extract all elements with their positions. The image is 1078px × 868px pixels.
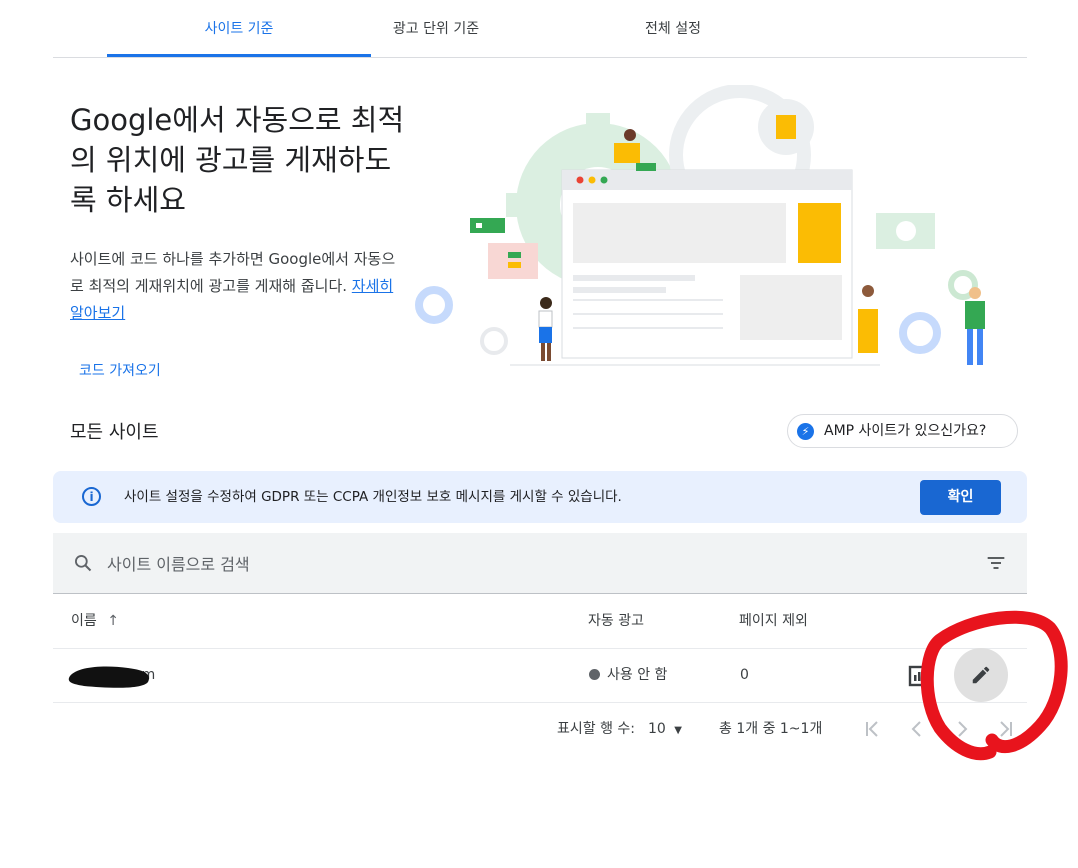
- search-icon: [75, 555, 92, 572]
- hero-description: 사이트에 코드 하나를 추가하면 Google에서 자동으로 최적의 게재위치에…: [70, 246, 405, 327]
- auto-ads-status: 사용 안 함: [589, 649, 667, 702]
- amp-sites-label: AMP 사이트가 있으신가요?: [824, 423, 987, 439]
- column-header-auto-ads: 자동 광고: [588, 613, 644, 629]
- excluded-pages-count: 0: [740, 667, 749, 683]
- auto-ads-illustration: [415, 85, 985, 366]
- rows-per-page-label: 표시할 행 수:: [557, 721, 636, 737]
- dropdown-icon: ▼: [674, 725, 682, 736]
- filter-icon[interactable]: [986, 553, 1006, 573]
- pencil-icon: [972, 666, 990, 684]
- tab-by-ad-unit[interactable]: 광고 단위 기준: [371, 0, 501, 57]
- rows-per-page-value: 10: [648, 721, 666, 737]
- sort-arrow-icon: ↑: [107, 613, 119, 629]
- pagination-range: 총 1개 중 1~1개: [719, 721, 823, 737]
- active-tab-indicator: [107, 54, 371, 57]
- all-sites-heading: 모든 사이트: [70, 422, 159, 443]
- column-name-label: 이름: [71, 613, 97, 629]
- next-page-icon[interactable]: [950, 717, 974, 741]
- column-header-excluded-pages: 페이지 제외: [739, 613, 808, 629]
- amp-sites-button[interactable]: ⚡ AMP 사이트가 있으신가요?: [787, 414, 1018, 448]
- prev-page-icon[interactable]: [905, 717, 929, 741]
- rows-per-page-select[interactable]: 10 ▼: [648, 702, 682, 756]
- get-code-button[interactable]: 코드 가져오기: [79, 360, 161, 380]
- tab-by-site[interactable]: 사이트 기준: [107, 0, 371, 57]
- confirm-button[interactable]: 확인: [920, 480, 1001, 515]
- bolt-icon: ⚡: [797, 423, 814, 440]
- last-page-icon[interactable]: [994, 717, 1018, 741]
- report-icon[interactable]: [908, 664, 930, 688]
- status-dot-icon: [589, 669, 600, 680]
- auto-ads-status-label: 사용 안 함: [607, 667, 668, 683]
- tab-bar: 사이트 기준 광고 단위 기준 전체 설정: [53, 0, 1027, 58]
- column-header-name[interactable]: 이름 ↑: [71, 595, 119, 648]
- banner-message: 사이트 설정을 수정하여 GDPR 또는 CCPA 개인정보 보호 메시지를 게…: [124, 489, 622, 505]
- tab-global-settings[interactable]: 전체 설정: [613, 0, 733, 57]
- info-icon: i: [82, 487, 101, 506]
- search-bar: [53, 533, 1027, 594]
- redacted-site-name: [68, 666, 150, 688]
- edit-site-button[interactable]: [954, 648, 1008, 702]
- table-row: om 사용 안 함 0: [53, 649, 1027, 703]
- table-header: 이름 ↑ 자동 광고 페이지 제외: [53, 595, 1027, 649]
- first-page-icon[interactable]: [860, 717, 884, 741]
- hero-title: Google에서 자동으로 최적의 위치에 광고를 게재하도록 하세요: [70, 103, 405, 217]
- gdpr-info-banner: i 사이트 설정을 수정하여 GDPR 또는 CCPA 개인정보 보호 메시지를…: [53, 471, 1027, 523]
- hero-description-text: 사이트에 코드 하나를 추가하면 Google에서 자동으로 최적의 게재위치에…: [70, 250, 396, 295]
- search-input[interactable]: [105, 549, 909, 579]
